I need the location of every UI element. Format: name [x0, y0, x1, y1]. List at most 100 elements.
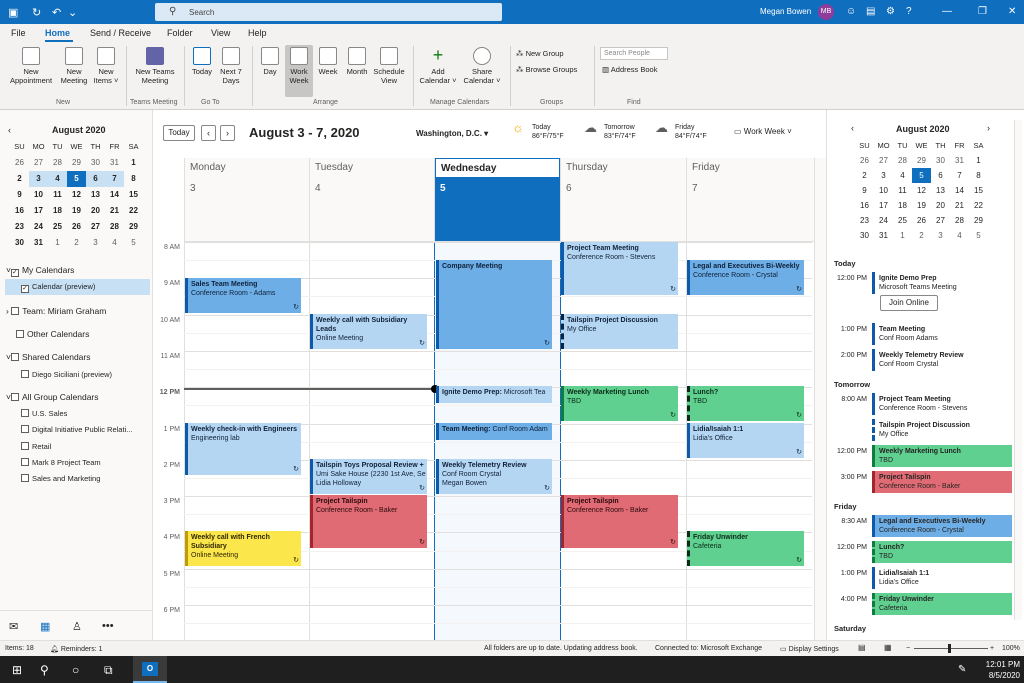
- event-project-tailspin-tuesday[interactable]: Project Tailspin Conference Room - Baker ↻: [310, 495, 427, 548]
- tab-folder[interactable]: Folder: [167, 28, 193, 38]
- search-icon[interactable]: ⚲: [40, 663, 49, 677]
- mini-cal-day[interactable]: 2: [67, 235, 86, 251]
- event-weekly-checkin-engineers[interactable]: Weekly check-in with Engineers Engineerin…: [185, 423, 301, 475]
- event-legal-executives-biweekly[interactable]: Legal and Executives Bi-Weekly Conference…: [687, 260, 804, 295]
- agenda-event[interactable]: Weekly Telemetry Review Conf Room Crystal: [872, 349, 1012, 371]
- tab-file[interactable]: File: [11, 28, 26, 38]
- tab-home[interactable]: Home: [45, 28, 70, 38]
- event-project-tailspin-thursday[interactable]: Project Tailspin Conference Room - Baker ↻: [561, 495, 678, 548]
- mini-cal-day[interactable]: 5: [912, 168, 931, 183]
- tab-send-receive[interactable]: Send / Receive: [90, 28, 151, 38]
- mini-cal-day[interactable]: 31: [105, 155, 124, 171]
- mini-cal-day[interactable]: 22: [124, 203, 143, 219]
- mini-cal-day[interactable]: 26: [912, 213, 931, 228]
- mini-cal-day[interactable]: 12: [67, 187, 86, 203]
- day-header-friday[interactable]: Friday 7: [686, 158, 814, 242]
- new-teams-meeting-button[interactable]: New Teams Meeting: [130, 47, 180, 85]
- mini-cal-day[interactable]: 12: [912, 183, 931, 198]
- mini-cal-day[interactable]: 29: [67, 155, 86, 171]
- agenda-event[interactable]: Project Team Meeting Conference Room - St…: [872, 393, 1012, 415]
- event-tailspin-project-discussion[interactable]: Tailspin Project Discussion My Office: [561, 314, 678, 349]
- task-view-icon[interactable]: ⧉: [104, 663, 113, 678]
- zoom-slider[interactable]: [914, 648, 988, 649]
- mini-cal-day[interactable]: 31: [29, 235, 48, 251]
- mini-cal-day[interactable]: 27: [86, 219, 105, 235]
- display-settings-button[interactable]: ▭ Display Settings: [780, 645, 839, 653]
- day-view-button[interactable]: Day: [256, 47, 284, 76]
- mini-cal-day[interactable]: 18: [48, 203, 67, 219]
- share-calendar-button[interactable]: Share Calendar ˅: [460, 47, 504, 85]
- mini-cal-day[interactable]: 26: [10, 155, 29, 171]
- customize-icon[interactable]: ⌄: [68, 6, 77, 19]
- all-group-calendars-group[interactable]: ˅ All Group Calendars: [6, 392, 99, 402]
- checkbox[interactable]: [21, 409, 29, 417]
- mini-cal-day[interactable]: 10: [29, 187, 48, 203]
- pen-icon[interactable]: ✎: [958, 664, 966, 675]
- mini-cal-day[interactable]: 16: [10, 203, 29, 219]
- team-miriam-group[interactable]: › Team: Miriam Graham: [6, 306, 106, 316]
- mini-cal-day[interactable]: 28: [950, 213, 969, 228]
- mini-cal-day[interactable]: 24: [874, 213, 893, 228]
- checkbox[interactable]: [10, 393, 19, 401]
- mini-cal-day[interactable]: 29: [124, 219, 143, 235]
- restore-icon[interactable]: ❐: [978, 6, 987, 17]
- normal-view-icon[interactable]: ▤: [858, 643, 866, 652]
- mini-cal-day[interactable]: 20: [86, 203, 105, 219]
- next-week-button[interactable]: ›: [220, 125, 235, 141]
- undo-icon[interactable]: ↶: [52, 6, 61, 19]
- agenda-event[interactable]: Friday Unwinder Cafeteria: [872, 593, 1012, 615]
- agenda-event[interactable]: Project Tailspin Conference Room - Baker: [872, 471, 1012, 493]
- day-header-thursday[interactable]: Thursday 6: [560, 158, 687, 242]
- mini-cal-day[interactable]: 5: [969, 228, 988, 243]
- mini-cal-day[interactable]: 4: [950, 228, 969, 243]
- calendar-preview-item[interactable]: ✓ Calendar (preview): [21, 282, 95, 293]
- new-items-button[interactable]: New Items ˅: [92, 47, 120, 85]
- mini-cal-day[interactable]: 26: [855, 153, 874, 168]
- mini-cal-day[interactable]: 9: [10, 187, 29, 203]
- mini-cal-day[interactable]: 27: [931, 213, 950, 228]
- zoom-level[interactable]: 100%: [1002, 645, 1020, 652]
- mini-cal-day[interactable]: 21: [950, 198, 969, 213]
- mini-cal-day[interactable]: 22: [969, 198, 988, 213]
- mini-cal-day[interactable]: 27: [29, 155, 48, 171]
- browse-groups-button[interactable]: ⁂ Browse Groups: [516, 65, 577, 74]
- mini-cal-day[interactable]: 4: [48, 171, 67, 187]
- location-selector[interactable]: Washington, D.C. ▾: [416, 129, 488, 138]
- mini-cal-day[interactable]: 17: [29, 203, 48, 219]
- search-people-input[interactable]: Search People: [600, 47, 668, 60]
- windows-start-icon[interactable]: ⊞: [12, 663, 22, 677]
- mini-cal-day[interactable]: 8: [124, 171, 143, 187]
- group-calendar-item[interactable]: Digital Initiative Public Relati...: [21, 425, 132, 434]
- coming-soon-icon[interactable]: ▤: [866, 6, 875, 17]
- checkbox[interactable]: [10, 353, 19, 361]
- mini-cal-day[interactable]: 8: [969, 168, 988, 183]
- mini-cal-day[interactable]: 29: [969, 213, 988, 228]
- event-team-meeting[interactable]: Team Meeting: Conf Room Adam: [436, 423, 552, 440]
- day-header-wednesday[interactable]: Wednesday 5: [434, 158, 561, 242]
- outlook-taskbar-button[interactable]: O: [133, 656, 167, 683]
- mini-cal-day[interactable]: 30: [86, 155, 105, 171]
- mini-cal-day[interactable]: 1: [969, 153, 988, 168]
- agenda-event[interactable]: Lidia/Isaiah 1:1 Lidia's Office: [872, 567, 1012, 589]
- mini-cal-day[interactable]: 29: [912, 153, 931, 168]
- zoom-in-icon[interactable]: +: [990, 645, 994, 652]
- mini-cal-day[interactable]: 21: [105, 203, 124, 219]
- event-friday-unwinder[interactable]: Friday Unwinder Cafeteria ↻: [687, 531, 804, 566]
- work-week-view-button[interactable]: Work Week: [285, 45, 313, 97]
- my-calendars-group[interactable]: ˅✓ My Calendars: [6, 265, 74, 277]
- mini-cal-day[interactable]: 1: [893, 228, 912, 243]
- agenda-event[interactable]: Weekly Marketing Lunch TBD: [872, 445, 1012, 467]
- mini-cal-day[interactable]: 11: [893, 183, 912, 198]
- mini-cal-day[interactable]: 1: [48, 235, 67, 251]
- agenda-event[interactable]: Legal and Executives Bi-Weekly Conference…: [872, 515, 1012, 537]
- event-sales-team-meeting[interactable]: Sales Team Meeting Conference Room - Adam…: [185, 278, 301, 313]
- mini-cal-day[interactable]: 26: [67, 219, 86, 235]
- avatar[interactable]: MB: [818, 4, 834, 20]
- group-calendar-item[interactable]: Retail: [21, 442, 51, 451]
- day-header-monday[interactable]: Monday 3: [184, 158, 310, 242]
- checkbox[interactable]: [21, 458, 29, 466]
- agenda-cal-next[interactable]: ›: [987, 123, 990, 133]
- group-calendar-item[interactable]: Sales and Marketing: [21, 474, 100, 483]
- month-view-button[interactable]: Month: [342, 47, 372, 76]
- agenda-event[interactable]: Team Meeting Conf Room Adams: [872, 323, 1012, 345]
